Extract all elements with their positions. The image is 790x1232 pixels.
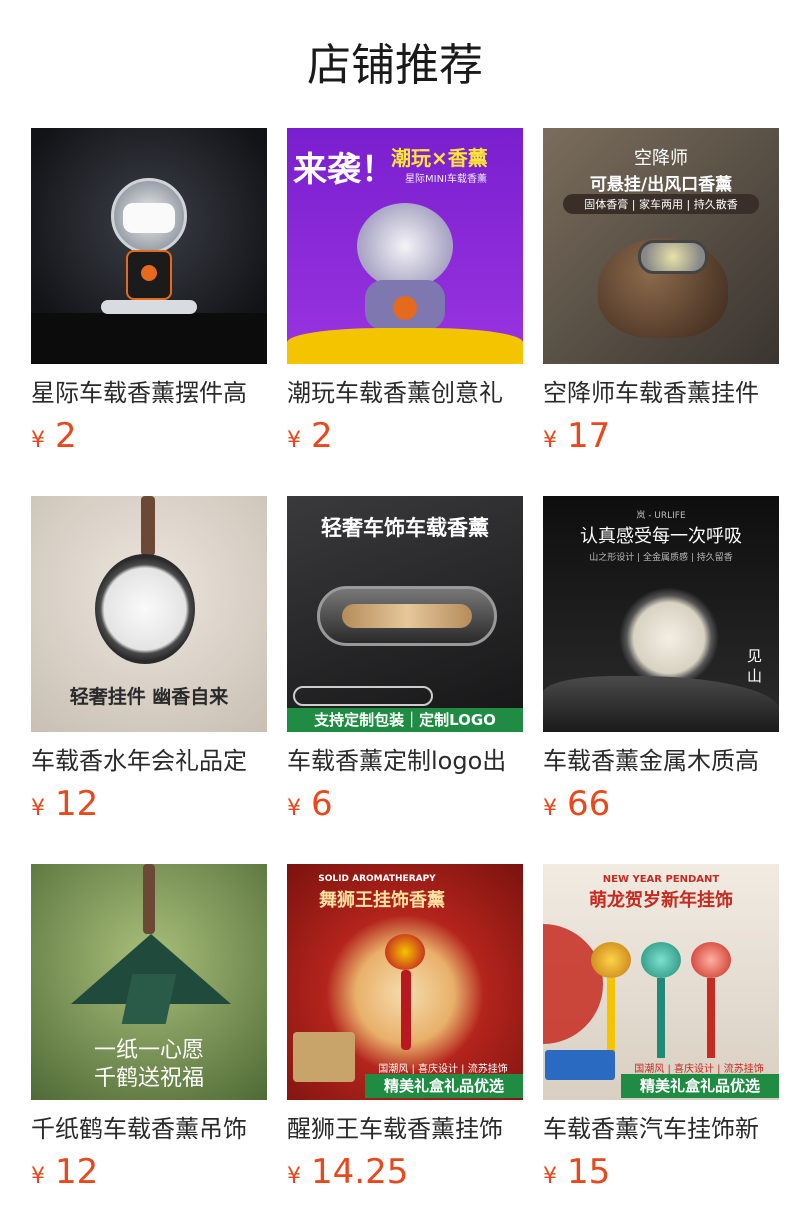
subtitle-line: 千鹤送祝福 [93, 1066, 204, 1091]
product-price: ¥14.25 [287, 1152, 523, 1192]
product-card[interactable]: 轻奢挂件 幽香自来 round-pendant-icon 车载香水年会礼品定 ¥… [31, 496, 267, 824]
currency-symbol: ¥ [287, 796, 301, 821]
product-name[interactable]: 空降师车载香薰挂件 [543, 376, 779, 410]
banner-text: 精美礼盒礼品优选 [621, 1074, 779, 1098]
banner-text: 支持定制包装｜定制LOGO [287, 708, 523, 732]
product-price: ¥6 [287, 784, 523, 824]
product-image[interactable]: 一纸一心愿 千鹤送祝福 paper-crane-icon [31, 864, 267, 1100]
side-text: 见山 [747, 647, 763, 685]
product-image[interactable]: 轻奢挂件 幽香自来 round-pendant-icon [31, 496, 267, 732]
headline: 轻奢挂件 幽香自来 [69, 686, 229, 708]
product-image[interactable]: 岚 - URLIFE 认真感受每一次呼吸 山之形设计 | 全金属质感 | 持久留… [543, 496, 779, 732]
product-image[interactable]: 来袭！ 潮玩×香薰 星际MINI车载香薰 astronaut-figure-ic… [287, 128, 523, 364]
banner-text: 精美礼盒礼品优选 [365, 1074, 523, 1098]
currency-symbol: ¥ [287, 428, 301, 453]
price-value: 2 [55, 416, 77, 456]
product-price: ¥12 [31, 1152, 267, 1192]
top-caption: SOLID AROMATHERAPY [318, 874, 436, 884]
product-name[interactable]: 车载香薰定制logo出 [287, 744, 523, 778]
product-name[interactable]: 星际车载香薰摆件高 [31, 376, 267, 410]
currency-symbol: ¥ [31, 428, 45, 453]
product-card[interactable]: 来袭！ 潮玩×香薰 星际MINI车载香薰 astronaut-figure-ic… [287, 128, 523, 456]
title-line: 空降师 [634, 148, 688, 169]
subtitle-line: 可悬挂/出风口香薰 [589, 175, 733, 195]
currency-symbol: ¥ [543, 796, 557, 821]
product-card[interactable]: NEW YEAR PENDANT 萌龙贺岁新年挂饰 国潮风 | 喜庆设计 | 流… [543, 864, 779, 1192]
headline: 来袭！ [293, 150, 395, 190]
product-price: ¥2 [31, 416, 267, 456]
product-price: ¥66 [543, 784, 779, 824]
product-image[interactable]: 轻奢车饰车载香薰 支持定制包装｜定制LOGO vent-clip-icon [287, 496, 523, 732]
price-value: 17 [567, 416, 611, 456]
product-price: ¥12 [31, 784, 267, 824]
price-value: 12 [55, 1152, 99, 1192]
price-value: 2 [311, 416, 333, 456]
currency-symbol: ¥ [287, 1164, 301, 1189]
product-name[interactable]: 潮玩车载香薰创意礼 [287, 376, 523, 410]
top-caption: NEW YEAR PENDANT [602, 874, 720, 885]
product-card[interactable]: 空降师 可悬挂/出风口香薰 固体香膏 | 家车两用 | 持久散香 pilot-h… [543, 128, 779, 456]
product-name[interactable]: 车载香薰汽车挂饰新 [543, 1112, 779, 1146]
currency-symbol: ¥ [543, 1164, 557, 1189]
price-value: 66 [567, 784, 611, 824]
brand-text: 岚 - URLIFE [636, 511, 686, 521]
subtitle: 星际MINI车载香薰 [405, 174, 488, 185]
product-card[interactable]: SOLID AROMATHERAPY 舞狮王挂饰香薰 国潮风 | 喜庆设计 | … [287, 864, 523, 1192]
product-price: ¥15 [543, 1152, 779, 1192]
product-image[interactable]: SOLID AROMATHERAPY 舞狮王挂饰香薰 国潮风 | 喜庆设计 | … [287, 864, 523, 1100]
banner-text: 潮玩×香薰 [391, 146, 488, 170]
headline: 轻奢车饰车载香薰 [321, 516, 489, 540]
product-image[interactable]: NEW YEAR PENDANT 萌龙贺岁新年挂饰 国潮风 | 喜庆设计 | 流… [543, 864, 779, 1100]
price-value: 14.25 [311, 1152, 409, 1192]
currency-symbol: ¥ [543, 428, 557, 453]
product-card[interactable]: 一纸一心愿 千鹤送祝福 paper-crane-icon 千纸鹤车载香薰吊饰 ¥… [31, 864, 267, 1192]
headline: 认真感受每一次呼吸 [580, 526, 742, 547]
tagline: 固体香膏 | 家车两用 | 持久散香 [563, 194, 759, 214]
product-image[interactable]: astronaut-figure-icon [31, 128, 267, 364]
product-name[interactable]: 醒狮王车载香薰挂饰 [287, 1112, 523, 1146]
page-title: 店铺推荐 [307, 40, 483, 91]
product-price: ¥17 [543, 416, 779, 456]
currency-symbol: ¥ [31, 1164, 45, 1189]
product-card[interactable]: 岚 - URLIFE 认真感受每一次呼吸 山之形设计 | 全金属质感 | 持久留… [543, 496, 779, 824]
product-name[interactable]: 车载香水年会礼品定 [31, 744, 267, 778]
product-card[interactable]: 轻奢车饰车载香薰 支持定制包装｜定制LOGO vent-clip-icon 车载… [287, 496, 523, 824]
headline: 萌龙贺岁新年挂饰 [589, 890, 733, 911]
product-image[interactable]: 空降师 可悬挂/出风口香薰 固体香膏 | 家车两用 | 持久散香 pilot-h… [543, 128, 779, 364]
headline: 舞狮王挂饰香薰 [319, 890, 445, 911]
tags-text: 国潮风 | 喜庆设计 | 流苏挂饰 [634, 1064, 764, 1075]
price-value: 15 [567, 1152, 611, 1192]
product-name[interactable]: 车载香薰金属木质高 [543, 744, 779, 778]
product-card[interactable]: astronaut-figure-icon 星际车载香薰摆件高 ¥2 [31, 128, 267, 456]
product-name[interactable]: 千纸鹤车载香薰吊饰 [31, 1112, 267, 1146]
subtitle: 山之形设计 | 全金属质感 | 持久留香 [589, 553, 733, 563]
currency-symbol: ¥ [31, 796, 45, 821]
product-price: ¥2 [287, 416, 523, 456]
tags-text: 国潮风 | 喜庆设计 | 流苏挂饰 [378, 1064, 508, 1075]
price-value: 6 [311, 784, 333, 824]
price-value: 12 [55, 784, 99, 824]
